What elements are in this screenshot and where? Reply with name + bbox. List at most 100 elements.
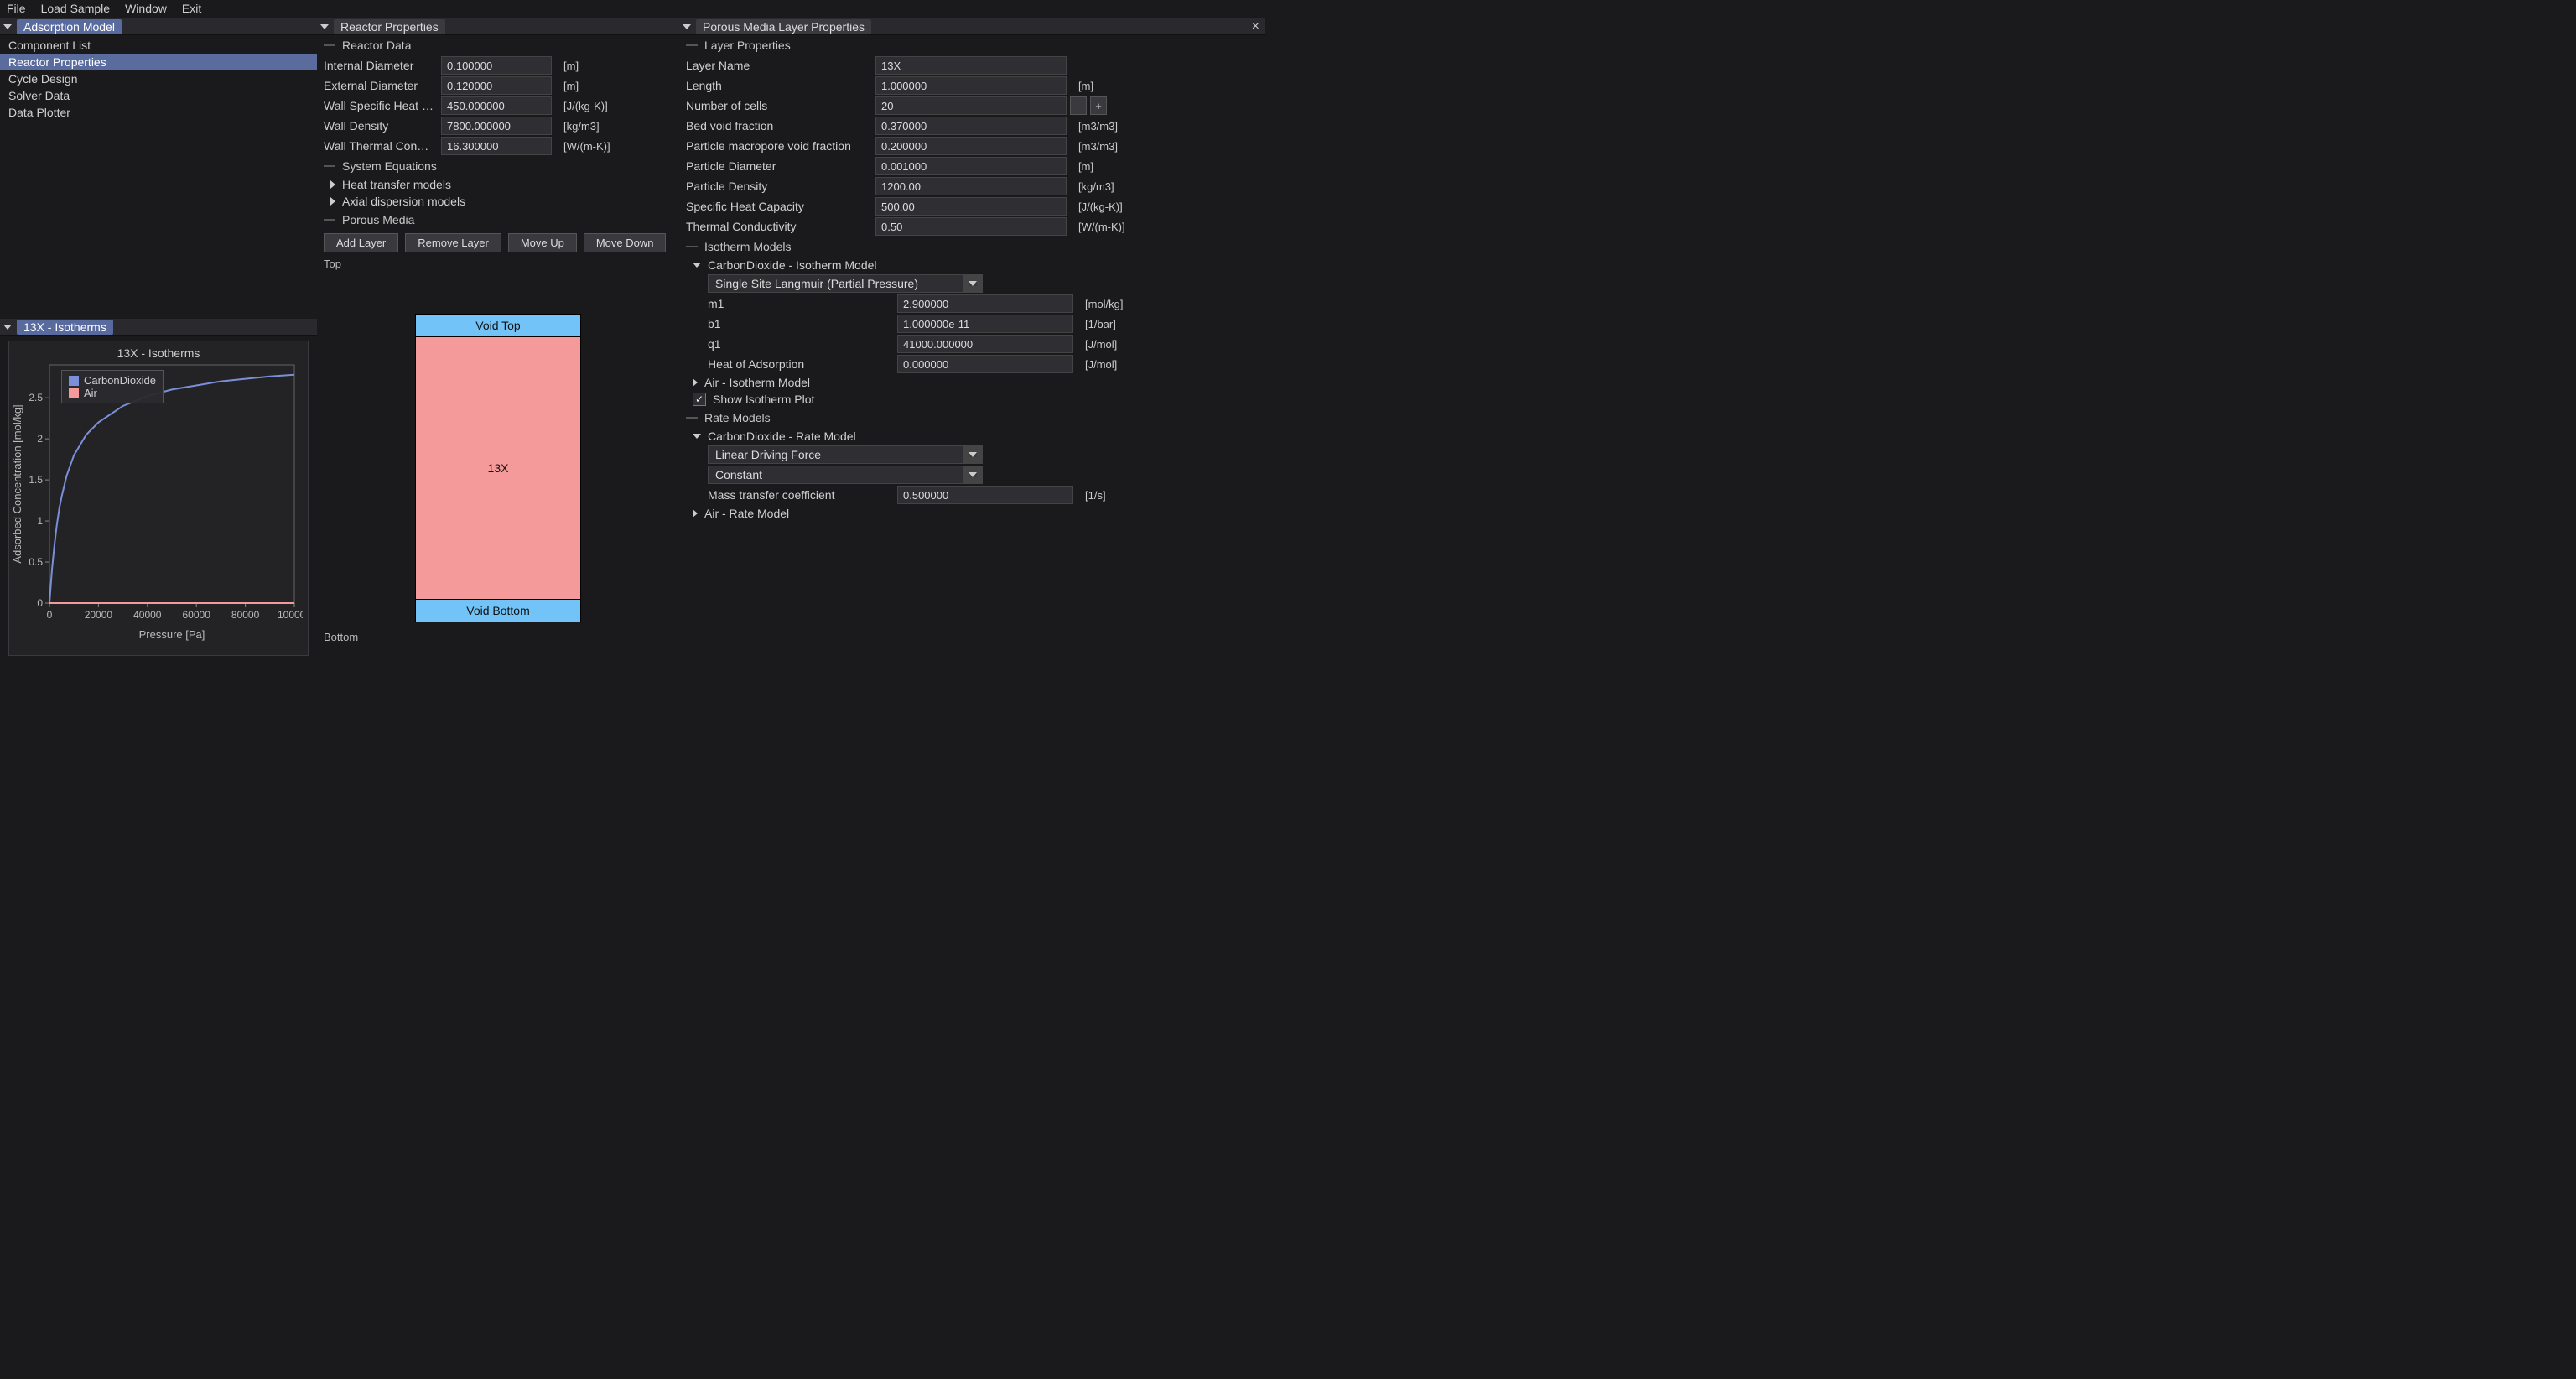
label-macro-void: Particle macropore void fraction <box>686 139 869 153</box>
tree-co2-rate[interactable]: CarbonDioxide - Rate Model <box>679 428 1265 445</box>
svg-text:100000: 100000 <box>278 609 303 621</box>
menu-file[interactable]: File <box>7 2 26 15</box>
label-particle-density: Particle Density <box>686 180 869 193</box>
svg-text:1: 1 <box>37 515 43 527</box>
porous-layer-panel-header[interactable]: Porous Media Layer Properties × <box>679 18 1265 35</box>
collapse-icon <box>320 24 329 29</box>
input-q1[interactable] <box>897 335 1073 353</box>
chevron-down-icon <box>969 281 977 286</box>
dropdown-rate-model-2[interactable]: Constant <box>708 466 983 484</box>
unit-kgm3: [kg/m3] <box>1073 180 1137 193</box>
label-internal-diameter: Internal Diameter <box>324 59 434 72</box>
label-m1: m1 <box>708 297 891 310</box>
tree-co2-isotherm[interactable]: CarbonDioxide - Isotherm Model <box>679 257 1265 273</box>
svg-text:2: 2 <box>37 433 43 445</box>
tree-axial-dispersion-models[interactable]: Axial dispersion models <box>317 193 679 210</box>
tree-air-isotherm[interactable]: Air - Isotherm Model <box>679 374 1265 391</box>
input-wall-rho[interactable] <box>441 117 552 135</box>
unit-kgm3: [kg/m3] <box>558 120 622 133</box>
isotherm-chart: 13X - Isotherms 020000400006000080000100… <box>8 341 309 656</box>
input-b1[interactable] <box>897 315 1073 333</box>
dropdown-rate-model[interactable]: Linear Driving Force <box>708 445 983 464</box>
unit-jkgk: [J/(kg-K)] <box>1073 200 1137 213</box>
unit-1s: [1/s] <box>1080 489 1144 502</box>
label-bed-void: Bed void fraction <box>686 119 869 133</box>
label-cells: Number of cells <box>686 99 869 112</box>
collapse-icon <box>3 24 12 29</box>
move-down-button[interactable]: Move Down <box>584 233 667 252</box>
menu-window[interactable]: Window <box>125 2 167 15</box>
adsorption-model-panel-header[interactable]: Adsorption Model <box>0 18 317 35</box>
unit-molkg: [mol/kg] <box>1080 298 1144 310</box>
input-cells[interactable] <box>875 96 1067 115</box>
input-internal-diameter[interactable] <box>441 56 552 75</box>
input-wall-cp[interactable] <box>441 96 552 115</box>
cells-decrement-button[interactable]: - <box>1070 96 1087 115</box>
unit-jmol: [J/mol] <box>1080 338 1144 351</box>
move-up-button[interactable]: Move Up <box>508 233 577 252</box>
checkmark-icon: ✓ <box>693 393 706 406</box>
chart-legend: CarbonDioxide Air <box>61 370 164 403</box>
input-specific-heat[interactable] <box>875 197 1067 216</box>
nav-item-reactor-properties[interactable]: Reactor Properties <box>0 54 317 70</box>
unit-jkgk: [J/(kg-K)] <box>558 100 622 112</box>
label-heat-adsorption: Heat of Adsorption <box>708 357 891 371</box>
remove-layer-button[interactable]: Remove Layer <box>405 233 501 252</box>
caret-right-icon <box>330 197 335 206</box>
dropdown-isotherm-model[interactable]: Single Site Langmuir (Partial Pressure) <box>708 274 983 293</box>
caret-right-icon <box>330 180 335 189</box>
input-macro-void[interactable] <box>875 137 1067 155</box>
input-bed-void[interactable] <box>875 117 1067 135</box>
section-reactor-data: Reactor Data <box>317 35 679 55</box>
label-wall-cp: Wall Specific Heat Capa <box>324 99 434 112</box>
tree-air-rate[interactable]: Air - Rate Model <box>679 505 1265 522</box>
nav-item-solver-data[interactable]: Solver Data <box>0 87 317 104</box>
input-m1[interactable] <box>897 294 1073 313</box>
svg-text:Pressure [Pa]: Pressure [Pa] <box>139 628 205 641</box>
input-particle-density[interactable] <box>875 177 1067 195</box>
section-porous-media: Porous Media <box>317 210 679 230</box>
input-particle-diameter[interactable] <box>875 157 1067 175</box>
svg-text:0.5: 0.5 <box>29 556 43 568</box>
cells-increment-button[interactable]: + <box>1090 96 1107 115</box>
panel-title: Porous Media Layer Properties <box>696 19 871 34</box>
chevron-down-icon <box>969 452 977 457</box>
checkbox-show-isotherm-plot[interactable]: ✓ Show Isotherm Plot <box>679 391 1265 408</box>
unit-m: [m] <box>1073 160 1137 173</box>
nav-list: Component List Reactor Properties Cycle … <box>0 35 317 121</box>
collapse-icon <box>3 325 12 330</box>
reactor-schematic[interactable]: Void Top 13X Void Bottom <box>415 314 581 622</box>
label-b1: b1 <box>708 317 891 330</box>
input-wall-k[interactable] <box>441 137 552 155</box>
reactor-properties-panel-header[interactable]: Reactor Properties <box>317 18 679 35</box>
nav-item-component-list[interactable]: Component List <box>0 37 317 54</box>
svg-text:1.5: 1.5 <box>29 474 43 486</box>
input-mtc[interactable] <box>897 486 1073 504</box>
label-external-diameter: External Diameter <box>324 79 434 92</box>
input-layer-name[interactable] <box>875 56 1067 75</box>
svg-text:0: 0 <box>47 609 53 621</box>
nav-item-cycle-design[interactable]: Cycle Design <box>0 70 317 87</box>
input-length[interactable] <box>875 76 1067 95</box>
caret-down-icon <box>693 434 701 439</box>
tree-heat-transfer-models[interactable]: Heat transfer models <box>317 176 679 193</box>
svg-text:60000: 60000 <box>183 609 211 621</box>
svg-text:Adsorbed Concentration [mol/kg: Adsorbed Concentration [mol/kg] <box>11 404 23 563</box>
input-external-diameter[interactable] <box>441 76 552 95</box>
menu-exit[interactable]: Exit <box>182 2 201 15</box>
label-length: Length <box>686 79 869 92</box>
menu-load-sample[interactable]: Load Sample <box>41 2 111 15</box>
caret-right-icon <box>693 509 698 518</box>
label-particle-diameter: Particle Diameter <box>686 159 869 173</box>
chevron-down-icon <box>969 472 977 477</box>
input-thermal-cond[interactable] <box>875 217 1067 236</box>
svg-text:2.5: 2.5 <box>29 392 43 403</box>
section-isotherm-models: Isotherm Models <box>679 237 1265 257</box>
isotherms-panel-header[interactable]: 13X - Isotherms <box>0 319 317 336</box>
nav-item-data-plotter[interactable]: Data Plotter <box>0 104 317 121</box>
collapse-icon <box>683 24 691 29</box>
add-layer-button[interactable]: Add Layer <box>324 233 398 252</box>
input-heat-adsorption[interactable] <box>897 355 1073 373</box>
menu-bar: File Load Sample Window Exit <box>0 0 1265 18</box>
close-icon[interactable]: × <box>1252 19 1259 34</box>
